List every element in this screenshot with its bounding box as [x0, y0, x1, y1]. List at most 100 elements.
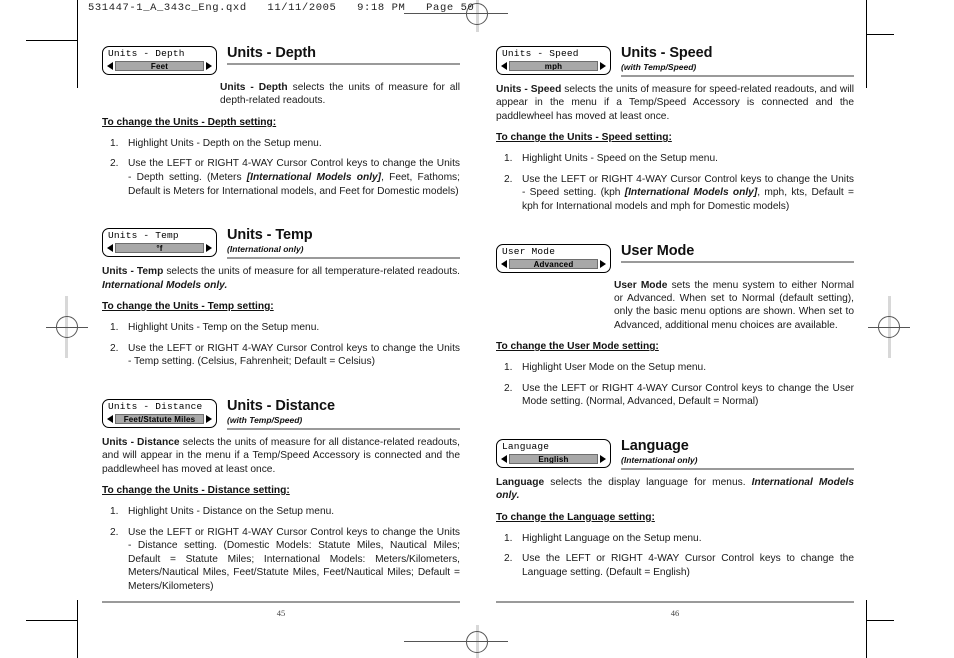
- left-arrow-icon[interactable]: [107, 244, 113, 253]
- step-emphasis: [International Models only]: [246, 172, 382, 183]
- section-title: User Mode: [621, 242, 695, 259]
- registration-mark-right: [878, 316, 900, 338]
- left-page-column: Units - Depth Feet Units - Depth Units -…: [102, 46, 460, 594]
- lcd-title: Units - Distance: [108, 400, 203, 412]
- left-arrow-icon[interactable]: [501, 259, 507, 268]
- step-item: Highlight Units - Depth on the Setup men…: [102, 137, 460, 151]
- section-subtitle: (with Temp/Speed): [621, 62, 697, 72]
- lcd-widget-units-speed[interactable]: Units - Speed mph: [496, 46, 611, 75]
- section-header: Units - Temp °f Units - Temp (Internatio…: [102, 228, 460, 260]
- step-item: Use the LEFT or RIGHT 4-WAY Cursor Contr…: [102, 342, 460, 369]
- right-arrow-icon[interactable]: [600, 455, 606, 463]
- step-item: Highlight Units - Speed on the Setup men…: [496, 152, 854, 166]
- lcd-title: Language: [502, 441, 550, 452]
- heading-block: User Mode: [621, 242, 854, 263]
- instruction-steps: Highlight Units - Temp on the Setup menu…: [102, 321, 460, 369]
- step-text: Use the LEFT or RIGHT 4-WAY Cursor Contr…: [128, 526, 460, 592]
- heading-rule: [227, 63, 460, 65]
- instruction-heading: To change the User Mode setting:: [496, 341, 659, 353]
- section-title: Units - Distance: [227, 397, 335, 414]
- heading-block: Units - Speed (with Temp/Speed): [621, 46, 854, 77]
- lcd-value-row: Feet/Statute Miles: [105, 413, 214, 425]
- lcd-widget-language[interactable]: Language English: [496, 439, 611, 468]
- step-item: Use the LEFT or RIGHT 4-WAY Cursor Contr…: [496, 382, 854, 409]
- section-body: User Mode sets the menu system to either…: [614, 279, 854, 333]
- lcd-value-row: English: [499, 453, 608, 465]
- crop-mark-bottom-right-vertical: [866, 600, 867, 658]
- step-item: Use the LEFT or RIGHT 4-WAY Cursor Contr…: [496, 173, 854, 214]
- lcd-value: Feet: [115, 61, 204, 71]
- left-arrow-icon[interactable]: [501, 455, 507, 463]
- step-text: Use the LEFT or RIGHT 4-WAY Cursor Contr…: [522, 553, 854, 578]
- lcd-value: English: [509, 454, 598, 464]
- right-arrow-icon[interactable]: [600, 62, 606, 70]
- right-page-column: Units - Speed mph Units - Speed (with Te…: [496, 46, 854, 580]
- body-lead-term: Units - Temp: [102, 266, 164, 278]
- heading-rule: [621, 468, 854, 470]
- instruction-steps: Highlight User Mode on the Setup menu. U…: [496, 361, 854, 409]
- page-number: 45: [276, 608, 286, 618]
- crop-mark-bottom-left-vertical: [77, 600, 78, 658]
- step-item: Highlight Language on the Setup menu.: [496, 532, 854, 546]
- section-subtitle: (International only): [227, 244, 304, 255]
- body-text: selects the units of measure for all tem…: [163, 266, 460, 278]
- registration-mark-bottom: [466, 631, 488, 653]
- step-item: Highlight User Mode on the Setup menu.: [496, 361, 854, 375]
- step-emphasis: [International Models only]: [624, 187, 758, 199]
- heading-block: Language (International only): [621, 439, 854, 470]
- lcd-title: Units - Speed: [502, 48, 579, 59]
- section-body: Language selects the display language fo…: [496, 476, 854, 503]
- instruction-heading: To change the Units - Distance setting:: [102, 485, 290, 496]
- section-units-depth: Units - Depth Feet Units - Depth Units -…: [102, 46, 460, 198]
- step-item: Highlight Units - Distance on the Setup …: [102, 505, 460, 519]
- section-units-speed: Units - Speed mph Units - Speed (with Te…: [496, 46, 854, 214]
- right-arrow-icon[interactable]: [206, 62, 212, 70]
- lcd-widget-units-distance[interactable]: Units - Distance Feet/Statute Miles: [102, 398, 217, 428]
- instruction-steps: Highlight Language on the Setup menu. Us…: [496, 532, 854, 580]
- heading-rule: [621, 75, 854, 77]
- right-arrow-icon[interactable]: [600, 259, 606, 268]
- heading-block: Units - Depth: [227, 46, 460, 65]
- lcd-widget-user-mode[interactable]: User Mode Advanced: [496, 243, 611, 273]
- lcd-value-row: Feet: [105, 60, 214, 72]
- section-title: Language: [621, 438, 689, 454]
- heading-block: Units - Temp (International only): [227, 228, 460, 260]
- step-text: Highlight User Mode on the Setup menu.: [522, 362, 707, 374]
- section-subtitle: (with Temp/Speed): [227, 414, 303, 425]
- right-arrow-icon[interactable]: [206, 244, 212, 253]
- registration-line-bottom: [404, 641, 508, 642]
- footer-rule: [496, 601, 854, 603]
- lcd-value: mph: [509, 61, 598, 71]
- section-language: Language English Language (International…: [496, 439, 854, 580]
- heading-rule: [227, 427, 460, 430]
- right-page-footer: 46: [496, 601, 854, 618]
- lcd-widget-units-temp[interactable]: Units - Temp °f: [102, 228, 217, 258]
- step-text: Highlight Units - Depth on the Setup men…: [128, 137, 322, 149]
- lcd-widget-units-depth[interactable]: Units - Depth Feet: [102, 46, 217, 75]
- step-item: Highlight Units - Temp on the Setup menu…: [102, 321, 460, 335]
- body-lead-term: Units - Depth: [220, 82, 288, 93]
- crop-mark-top-left-horizontal: [26, 40, 77, 41]
- left-arrow-icon[interactable]: [501, 62, 507, 70]
- section-body: Units - Temp selects the units of measur…: [102, 265, 460, 292]
- instruction-steps: Highlight Units - Distance on the Setup …: [102, 505, 460, 594]
- section-user-mode: User Mode Advanced User Mode User Mode s…: [496, 242, 854, 409]
- body-emphasis: International Models only.: [102, 279, 228, 291]
- instruction-heading: To change the Units - Temp setting:: [102, 301, 274, 312]
- lcd-value: °f: [115, 243, 204, 254]
- section-header: Units - Depth Feet Units - Depth: [102, 46, 460, 75]
- heading-rule: [621, 260, 854, 263]
- crop-mark-top-right-vertical: [866, 0, 867, 88]
- step-item: Use the LEFT or RIGHT 4-WAY Cursor Contr…: [102, 157, 460, 198]
- section-title: Units - Depth: [227, 45, 316, 61]
- lcd-value: Feet/Statute Miles: [115, 413, 204, 424]
- body-lead-term: Units - Distance: [102, 436, 180, 448]
- section-header: Units - Speed mph Units - Speed (with Te…: [496, 46, 854, 77]
- left-arrow-icon[interactable]: [107, 62, 113, 70]
- step-text: Use the LEFT or RIGHT 4-WAY Cursor Contr…: [128, 342, 460, 368]
- crop-mark-bottom-right-horizontal: [866, 620, 894, 621]
- left-arrow-icon[interactable]: [107, 414, 113, 423]
- lcd-value-row: Advanced: [499, 258, 608, 270]
- lcd-value-row: mph: [499, 60, 608, 72]
- right-arrow-icon[interactable]: [206, 414, 212, 423]
